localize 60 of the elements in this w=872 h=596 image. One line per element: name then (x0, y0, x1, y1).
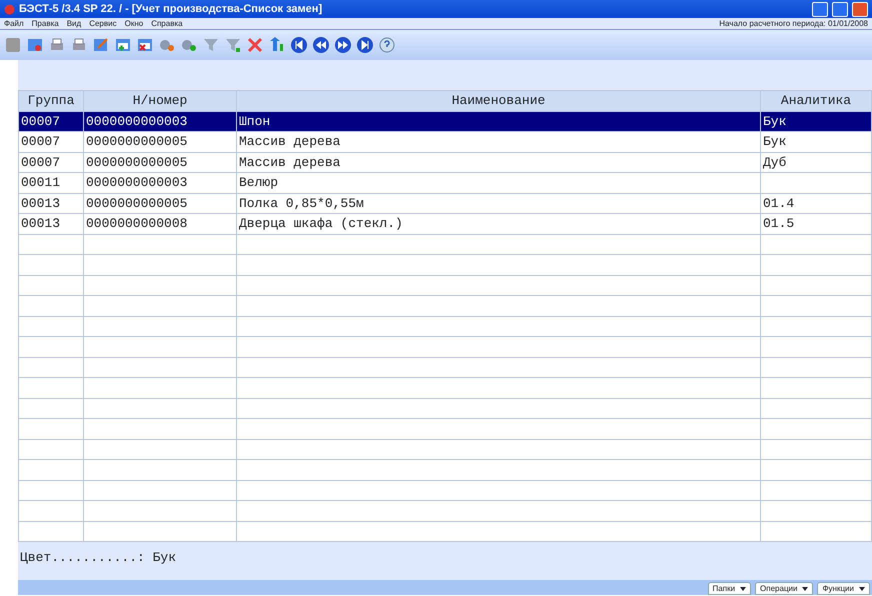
first-icon[interactable] (290, 36, 308, 54)
table-cell: 01.5 (763, 216, 794, 232)
menu-item[interactable]: Вид (66, 18, 82, 30)
table-cell: Дуб (763, 154, 786, 170)
sort-icon[interactable] (268, 36, 286, 54)
menu-item[interactable]: Правка (32, 18, 59, 30)
menu-item[interactable]: Сервис (89, 18, 117, 30)
table-cell: 00013 (21, 196, 60, 211)
caret-icon (740, 586, 746, 590)
menu-item[interactable]: Окно (124, 18, 144, 30)
table-cell: 00007 (21, 134, 60, 150)
app-icon (4, 4, 15, 14)
table-cell: 0000000000003 (86, 175, 188, 190)
window-icon[interactable] (26, 36, 44, 54)
edit-icon[interactable] (92, 36, 110, 54)
table-cell: 01.4 (763, 196, 794, 211)
menu-item[interactable]: Файл (4, 18, 24, 30)
table-cell: 0000000000005 (86, 134, 188, 150)
table-cell: Массив дерева (239, 154, 340, 170)
table-cell: 00007 (21, 114, 60, 129)
minimize-button[interactable] (812, 2, 828, 16)
close-button[interactable] (852, 2, 868, 16)
caret-icon (859, 586, 865, 590)
help-icon[interactable] (378, 36, 396, 54)
table-cell: 0000000000003 (86, 114, 188, 129)
column-header[interactable]: Наименование (236, 90, 760, 111)
table-cell: Велюр (239, 175, 278, 190)
last-icon[interactable] (356, 36, 374, 54)
table-cell: Бук (763, 114, 786, 129)
delete-row-icon[interactable] (136, 36, 154, 54)
caret-icon (802, 586, 808, 590)
dropdown-button[interactable]: Операции (755, 582, 814, 595)
menu-item[interactable]: Справка (151, 18, 183, 30)
blank-icon[interactable] (4, 36, 22, 54)
window-title: БЭСТ-5 /3.4 SP 22. / - [Учет производства-Список замен] (19, 2, 322, 17)
previous-icon[interactable] (312, 36, 330, 54)
table-cell: Шпон (239, 114, 270, 129)
column-header[interactable]: Аналитика (760, 90, 872, 111)
dropdown-button[interactable]: Папки (708, 582, 752, 595)
table-cell: 0000000000005 (86, 196, 188, 211)
table-cell: 0000000000008 (86, 216, 188, 232)
filter-icon[interactable] (202, 36, 220, 54)
restore-button[interactable] (832, 2, 848, 16)
column-header[interactable]: Н/номер (84, 90, 236, 111)
clear-filter-icon[interactable] (246, 36, 264, 54)
table-cell: Полка 0,85*0,55м (239, 196, 364, 211)
column-header[interactable]: Группа (18, 90, 84, 111)
table-cell: Дверца шкафа (стекл.) (239, 216, 403, 232)
next-icon[interactable] (334, 36, 352, 54)
table-cell: 0000000000005 (86, 154, 188, 170)
detail-text: Цвет...........: Бук (19, 549, 178, 567)
table-cell: 00011 (21, 175, 60, 190)
period-label: Начало расчетного периода: 01/01/2008 (719, 18, 868, 30)
table-cell: 00007 (21, 154, 60, 170)
add-row-icon[interactable] (114, 36, 132, 54)
table-cell: Бук (763, 134, 786, 150)
filter-icon[interactable] (224, 36, 242, 54)
dropdown-button[interactable]: Функции (817, 582, 870, 595)
table-cell: 00013 (21, 216, 60, 232)
table-cell: Массив дерева (239, 134, 340, 150)
